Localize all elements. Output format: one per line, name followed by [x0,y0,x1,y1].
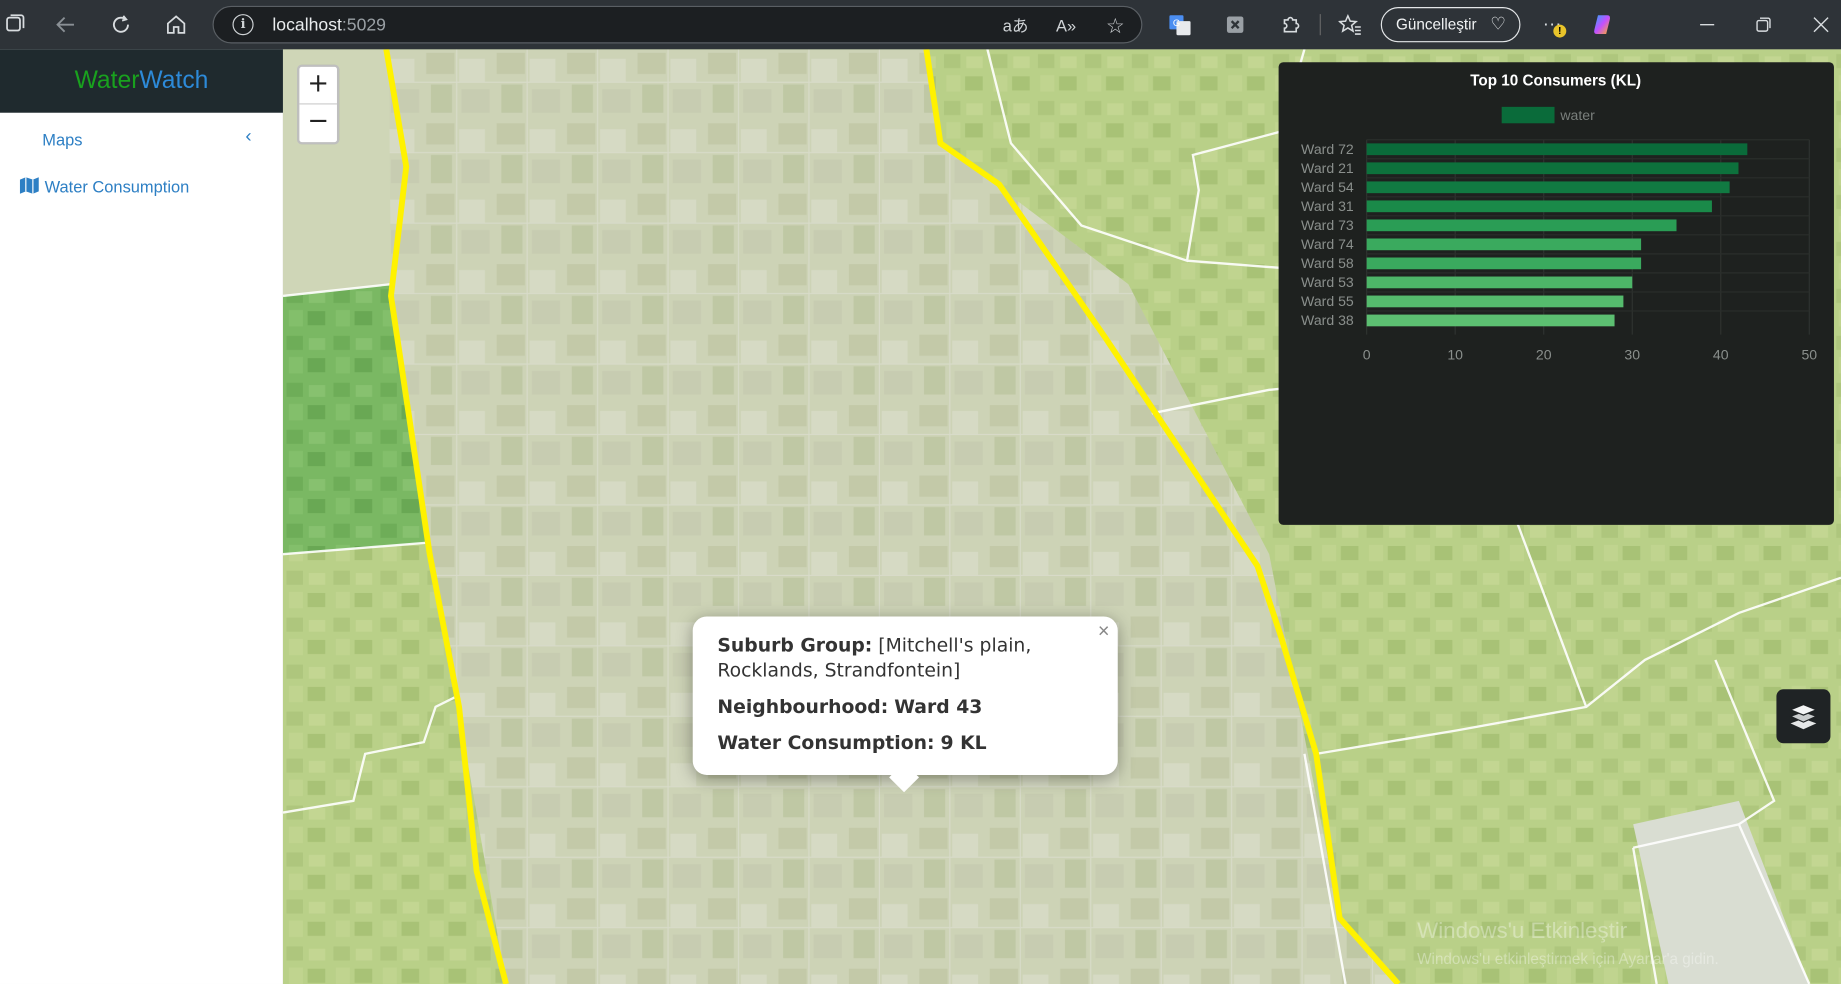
bar-ward-54[interactable] [1366,181,1730,194]
extensions-puzzle-icon[interactable] [1276,11,1304,39]
zoom-in-button[interactable]: + [299,67,337,103]
extension-icon[interactable] [1221,11,1249,39]
favorites-icon[interactable] [1336,11,1364,39]
legend-swatch [1501,106,1555,124]
map-icon [19,177,39,194]
chart-title: Top 10 Consumers (KL) [1470,73,1641,90]
home-icon[interactable] [162,11,190,39]
restore-icon[interactable] [1749,11,1777,39]
y-tick-label: Ward 21 [1301,160,1354,176]
minimize-icon[interactable] [1693,11,1721,39]
bar-ward-73[interactable] [1366,219,1677,232]
ward-popup: × Suburb Group: [Mitchell's plain, Rockl… [692,616,1118,793]
brand-part-watch: Watch [139,66,209,94]
x-tick-label: 30 [1624,346,1640,362]
neighbourhood-label: Neighbourhood: [717,695,889,718]
sidebar-section-label: Maps [42,130,83,150]
bar-ward-74[interactable] [1366,238,1642,251]
bar-ward-72[interactable] [1366,143,1748,156]
refresh-icon[interactable] [107,11,135,39]
bar-ward-38[interactable] [1366,314,1615,327]
heart-pulse-icon: ♡ [1490,14,1507,35]
x-tick-label: 40 [1713,346,1729,362]
x-tick-label: 20 [1536,346,1552,362]
bar-ward-31[interactable] [1366,200,1712,213]
site-info-icon[interactable]: i [232,14,254,36]
toolbar-divider [1319,14,1321,36]
close-icon[interactable] [1807,11,1835,39]
app-logo[interactable]: WaterWatch [0,49,283,113]
back-icon[interactable] [52,11,80,39]
copilot-icon[interactable] [1590,11,1618,39]
popup-suburb-row: Suburb Group: [Mitchell's plain, Rocklan… [717,633,1093,682]
update-button[interactable]: Güncelleştir ♡ [1380,7,1521,43]
y-tick-label: Ward 74 [1301,236,1354,252]
sidebar-section-maps[interactable]: Maps ‹ [0,120,283,160]
bar-ward-53[interactable] [1366,276,1633,289]
address-bar[interactable]: i localhost:5029 aあ A» ☆ [212,5,1143,44]
zoom-out-button[interactable]: − [299,103,337,141]
sidebar-item-water-consumption[interactable]: Water Consumption [0,167,283,207]
warning-badge: ! [1553,24,1567,38]
y-tick-label: Ward 31 [1301,198,1354,214]
translate-icon[interactable]: aあ [1003,13,1029,39]
workspaces-icon[interactable] [0,11,28,39]
sidebar: WaterWatch Maps ‹ Water Consumption [0,49,283,984]
sidebar-item-label: Water Consumption [44,177,190,197]
popup-close-button[interactable]: × [1098,620,1110,643]
address-url[interactable]: localhost:5029 [272,15,386,35]
x-tick-label: 50 [1801,346,1817,362]
suburb-label: Suburb Group: [717,634,873,657]
bar-ward-55[interactable] [1366,295,1624,308]
popup-neighbourhood-row: Neighbourhood: Ward 43 [717,694,1093,719]
favorite-star-icon[interactable]: ☆ [1102,13,1128,39]
chevron-left-icon[interactable]: ‹ [245,127,251,148]
consumption-value: 9 KL [940,731,987,754]
x-tick-label: 0 [1363,346,1371,362]
y-tick-label: Ward 38 [1301,312,1354,328]
layers-control[interactable] [1776,689,1831,744]
y-tick-label: Ward 73 [1301,217,1354,233]
brand-part-water: Water [74,66,140,94]
read-aloud-icon[interactable]: A» [1053,13,1079,39]
y-tick-label: Ward 72 [1301,141,1354,157]
svg-text:G: G [1173,17,1180,28]
browser-toolbar: i localhost:5029 aあ A» ☆ G Güncelleştir … [0,0,1841,50]
neighbourhood-value: Ward 43 [894,695,983,718]
y-tick-label: Ward 53 [1301,274,1354,290]
activation-watermark-subtitle: Windows'u etkinleştirmek için Ayarlar'a … [1417,949,1719,968]
y-tick-label: Ward 58 [1301,255,1354,271]
google-translate-extension-icon[interactable]: G [1166,11,1194,39]
activation-watermark-title: Windows'u Etkinleştir [1417,919,1628,945]
chart-canvas: Top 10 Consumers (KL) water Ward 72 Ward … [1301,73,1817,363]
consumption-label: Water Consumption: [717,731,935,754]
zoom-control: + − [297,64,340,145]
layers-icon [1788,703,1818,730]
y-tick-label: Ward 54 [1301,179,1354,195]
x-tick-label: 10 [1447,346,1463,362]
bar-ward-58[interactable] [1366,257,1642,270]
top-consumers-chart: Top 10 Consumers (KL) water Ward 72 Ward … [1278,62,1834,525]
popup-consumption-row: Water Consumption: 9 KL [717,730,1093,755]
map-view[interactable]: + − Top 10 Consumers (KL) water Ward 72 W… [282,49,1841,984]
legend-label: water [1559,107,1595,123]
y-tick-label: Ward 55 [1301,293,1354,309]
bar-ward-21[interactable] [1366,162,1739,175]
